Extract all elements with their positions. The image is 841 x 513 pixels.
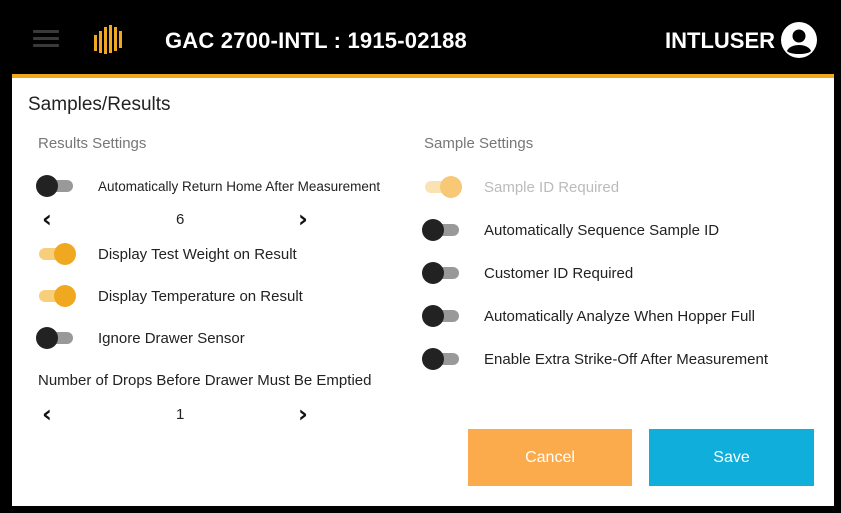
app-header: GAC 2700-INTL : 1915-02188 INTLUSER [0,0,841,74]
display-test-weight-label: Display Test Weight on Result [98,245,297,263]
auto-analyze-hopper-full-label: Automatically Analyze When Hopper Full [484,307,755,325]
display-temperature-toggle[interactable] [36,285,76,307]
display-temperature-row: Display Temperature on Result [36,285,303,307]
auto-sequence-sample-id-label: Automatically Sequence Sample ID [484,221,720,239]
user-account-icon[interactable] [781,22,817,58]
auto-sequence-sample-id-row: Automatically Sequence Sample ID [422,219,719,241]
auto-analyze-hopper-full-toggle[interactable] [422,305,462,327]
extra-strike-off-label: Enable Extra Strike-Off After Measuremen… [484,350,769,368]
hamburger-menu-icon[interactable] [33,30,59,48]
drops-label: Number of Drops Before Drawer Must Be Em… [38,372,372,389]
drops-label-row: Number of Drops Before Drawer Must Be Em… [38,372,371,389]
settings-panel: Samples/Results Results Settings Automat… [12,78,834,506]
extra-strike-off-row: Enable Extra Strike-Off After Measuremen… [422,348,768,370]
device-title: GAC 2700-INTL : 1915-02188 [165,28,467,53]
chevron-left-icon[interactable]: ‹ [42,207,52,231]
brand-logo-icon [94,25,122,54]
chevron-left-icon[interactable]: ‹ [42,402,52,426]
sample-id-required-row: Sample ID Required [422,176,619,198]
sample-id-required-label: Sample ID Required [484,178,620,196]
customer-id-required-label: Customer ID Required [484,264,634,282]
auto-return-home-row: Automatically Return Home After Measurem… [36,175,380,197]
auto-return-home-toggle[interactable] [36,175,76,197]
auto-return-stepper: ‹ 6 › [42,207,332,232]
drops-stepper-value: 1 [176,406,185,423]
cancel-button[interactable]: Cancel [468,429,632,486]
ignore-drawer-sensor-toggle[interactable] [36,327,76,349]
save-button[interactable]: Save [649,429,814,486]
ignore-drawer-sensor-label: Ignore Drawer Sensor [98,329,245,347]
sample-id-required-toggle[interactable] [422,176,462,198]
chevron-right-icon[interactable]: › [298,207,308,231]
customer-id-required-row: Customer ID Required [422,262,633,284]
ignore-drawer-sensor-row: Ignore Drawer Sensor [36,327,245,349]
user-name[interactable]: INTLUSER [665,28,775,54]
sample-settings-title: Sample Settings [424,135,534,152]
display-temperature-label: Display Temperature on Result [98,287,303,305]
auto-sequence-sample-id-toggle[interactable] [422,219,462,241]
results-settings-title: Results Settings [38,135,147,152]
auto-return-home-label: Automatically Return Home After Measurem… [98,178,381,194]
chevron-right-icon[interactable]: › [298,402,308,426]
page-title: Samples/Results [28,94,171,115]
customer-id-required-toggle[interactable] [422,262,462,284]
display-test-weight-row: Display Test Weight on Result [36,243,297,265]
auto-return-stepper-value: 6 [176,211,185,228]
drops-stepper: ‹ 1 › [42,402,332,427]
extra-strike-off-toggle[interactable] [422,348,462,370]
display-test-weight-toggle[interactable] [36,243,76,265]
auto-analyze-hopper-full-row: Automatically Analyze When Hopper Full [422,305,755,327]
